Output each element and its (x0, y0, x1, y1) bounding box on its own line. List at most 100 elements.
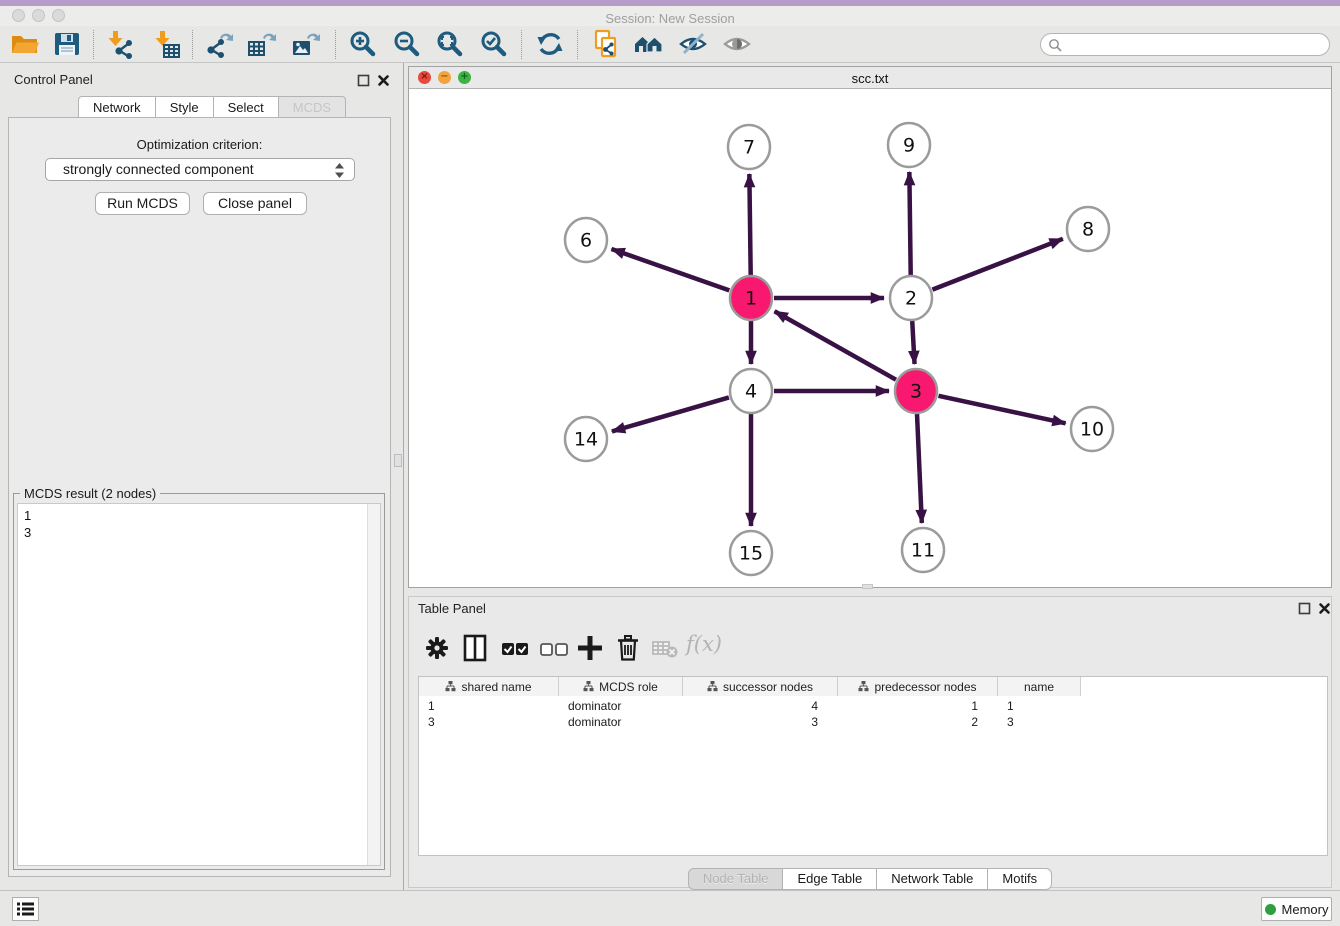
add-column-icon[interactable] (575, 633, 605, 663)
optimization-criterion-select[interactable]: strongly connected component (45, 158, 355, 181)
close-panel-icon[interactable] (377, 74, 390, 87)
result-scrollbar[interactable] (367, 504, 380, 865)
edge-2-8[interactable] (932, 239, 1062, 290)
tab-select[interactable]: Select (213, 96, 278, 118)
search-icon (1048, 38, 1063, 53)
run-mcds-button[interactable]: Run MCDS (95, 192, 190, 215)
panel-splitter-handle[interactable] (394, 454, 402, 467)
zoom-fit-icon[interactable] (435, 29, 465, 59)
delete-column-trash-icon[interactable] (613, 633, 643, 663)
node-15[interactable]: 15 (730, 531, 772, 575)
node-9[interactable]: 9 (888, 123, 930, 167)
column-header-label: shared name (461, 680, 531, 694)
close-panel-button[interactable]: Close panel (203, 192, 307, 215)
edge-3-1[interactable] (775, 311, 896, 379)
node-2[interactable]: 2 (890, 276, 932, 320)
tab-motifs[interactable]: Motifs (987, 868, 1052, 890)
cell-MCDS-role: dominator (559, 698, 683, 714)
svg-text:2: 2 (905, 288, 917, 310)
column-header-shared-name[interactable]: shared name (419, 677, 559, 696)
import-network-icon[interactable] (104, 29, 134, 59)
svg-text:1: 1 (745, 288, 757, 310)
hide-selected-eye-icon[interactable] (678, 29, 708, 59)
tab-edge-table[interactable]: Edge Table (782, 868, 876, 890)
show-all-eye-icon[interactable] (722, 29, 752, 59)
node-4[interactable]: 4 (730, 369, 772, 413)
export-table-icon[interactable] (247, 29, 277, 59)
control-panel-tabs: NetworkStyleSelectMCDS (78, 96, 346, 118)
mcds-result-text: 1 3 (24, 507, 31, 541)
edge-3-11[interactable] (917, 414, 922, 523)
mcds-result-textarea[interactable]: 1 3 (17, 503, 381, 866)
import-table-icon[interactable] (151, 29, 181, 59)
tab-style[interactable]: Style (155, 96, 213, 118)
memory-button[interactable]: Memory (1261, 897, 1332, 921)
edge-3-10[interactable] (938, 396, 1065, 423)
network-table-splitter-handle[interactable] (862, 584, 873, 589)
deselect-all-rows-icon[interactable] (539, 633, 569, 663)
node-3[interactable]: 3 (895, 369, 937, 413)
column-header-successor-nodes[interactable]: successor nodes (683, 677, 838, 696)
select-all-rows-icon[interactable] (500, 633, 530, 663)
node-14[interactable]: 14 (565, 417, 607, 461)
tab-mcds[interactable]: MCDS (278, 96, 346, 118)
edge-2-9[interactable] (909, 172, 910, 275)
save-session-icon[interactable] (52, 29, 82, 59)
node-7[interactable]: 7 (728, 125, 770, 169)
show-column-icon[interactable] (460, 633, 490, 663)
zoom-in-icon[interactable] (348, 29, 378, 59)
table-row[interactable]: 1dominator411 (419, 698, 1081, 714)
task-history-button[interactable] (12, 897, 39, 921)
panel-splitter[interactable] (403, 63, 404, 890)
export-image-icon[interactable] (291, 29, 321, 59)
toolbar-separator (192, 30, 193, 59)
tab-network[interactable]: Network (78, 96, 155, 118)
node-11[interactable]: 11 (902, 528, 944, 572)
network-canvas[interactable]: 7 9 6 8 1 2 4 3 14 10 15 11 (409, 89, 1331, 587)
column-header-name[interactable]: name (998, 677, 1081, 696)
svg-text:10: 10 (1080, 419, 1104, 441)
column-namespace-icon (583, 681, 594, 692)
node-1[interactable]: 1 (730, 276, 772, 320)
selected-criterion: strongly connected component (63, 161, 254, 177)
close-table-panel-icon[interactable] (1318, 602, 1331, 615)
node-6[interactable]: 6 (565, 218, 607, 262)
duplicate-network-icon[interactable] (591, 29, 621, 59)
node-8[interactable]: 8 (1067, 207, 1109, 251)
column-header-predecessor-nodes[interactable]: predecessor nodes (838, 677, 998, 696)
edge-4-14[interactable] (612, 397, 729, 431)
tab-node-table[interactable]: Node Table (688, 868, 783, 890)
control-panel-header-buttons (357, 74, 390, 87)
zoom-selected-icon[interactable] (479, 29, 509, 59)
column-header-MCDS-role[interactable]: MCDS role (559, 677, 683, 696)
edge-1-7[interactable] (749, 174, 750, 275)
column-header-label: successor nodes (723, 680, 813, 694)
cell-name: 1 (998, 698, 1081, 714)
open-session-icon[interactable] (10, 29, 40, 59)
mcds-result-title: MCDS result (2 nodes) (20, 486, 160, 501)
edge-1-6[interactable] (611, 249, 729, 290)
float-table-panel-icon[interactable] (1298, 602, 1311, 615)
node-10[interactable]: 10 (1071, 407, 1113, 451)
network-view-window: × − + scc.txt 7968124314101511 (408, 66, 1332, 588)
settings-gear-icon[interactable] (422, 633, 452, 663)
table-panel-title: Table Panel (418, 601, 486, 616)
tab-network-table[interactable]: Network Table (876, 868, 987, 890)
float-panel-icon[interactable] (357, 74, 370, 87)
zoom-out-icon[interactable] (392, 29, 422, 59)
edge-2-3[interactable] (912, 321, 914, 364)
export-network-icon[interactable] (204, 29, 234, 59)
table-panel-tabs: Node TableEdge TableNetwork TableMotifs (408, 868, 1332, 890)
cell-successor-nodes: 3 (683, 714, 838, 730)
control-panel-title: Control Panel (14, 72, 93, 87)
toolbar-separator (335, 30, 336, 59)
table-row[interactable]: 3dominator323 (419, 714, 1081, 730)
app-titlebar: Session: New Session (0, 6, 1340, 26)
svg-text:3: 3 (910, 381, 922, 403)
search-input[interactable] (1040, 33, 1330, 56)
network-window-title: scc.txt (409, 71, 1331, 86)
first-neighbors-houses-icon[interactable] (634, 29, 664, 59)
node-table[interactable]: shared name MCDS role successor nodes prede… (418, 676, 1328, 856)
refresh-icon[interactable] (535, 29, 565, 59)
mcds-result-box: 1 3 (13, 493, 385, 870)
